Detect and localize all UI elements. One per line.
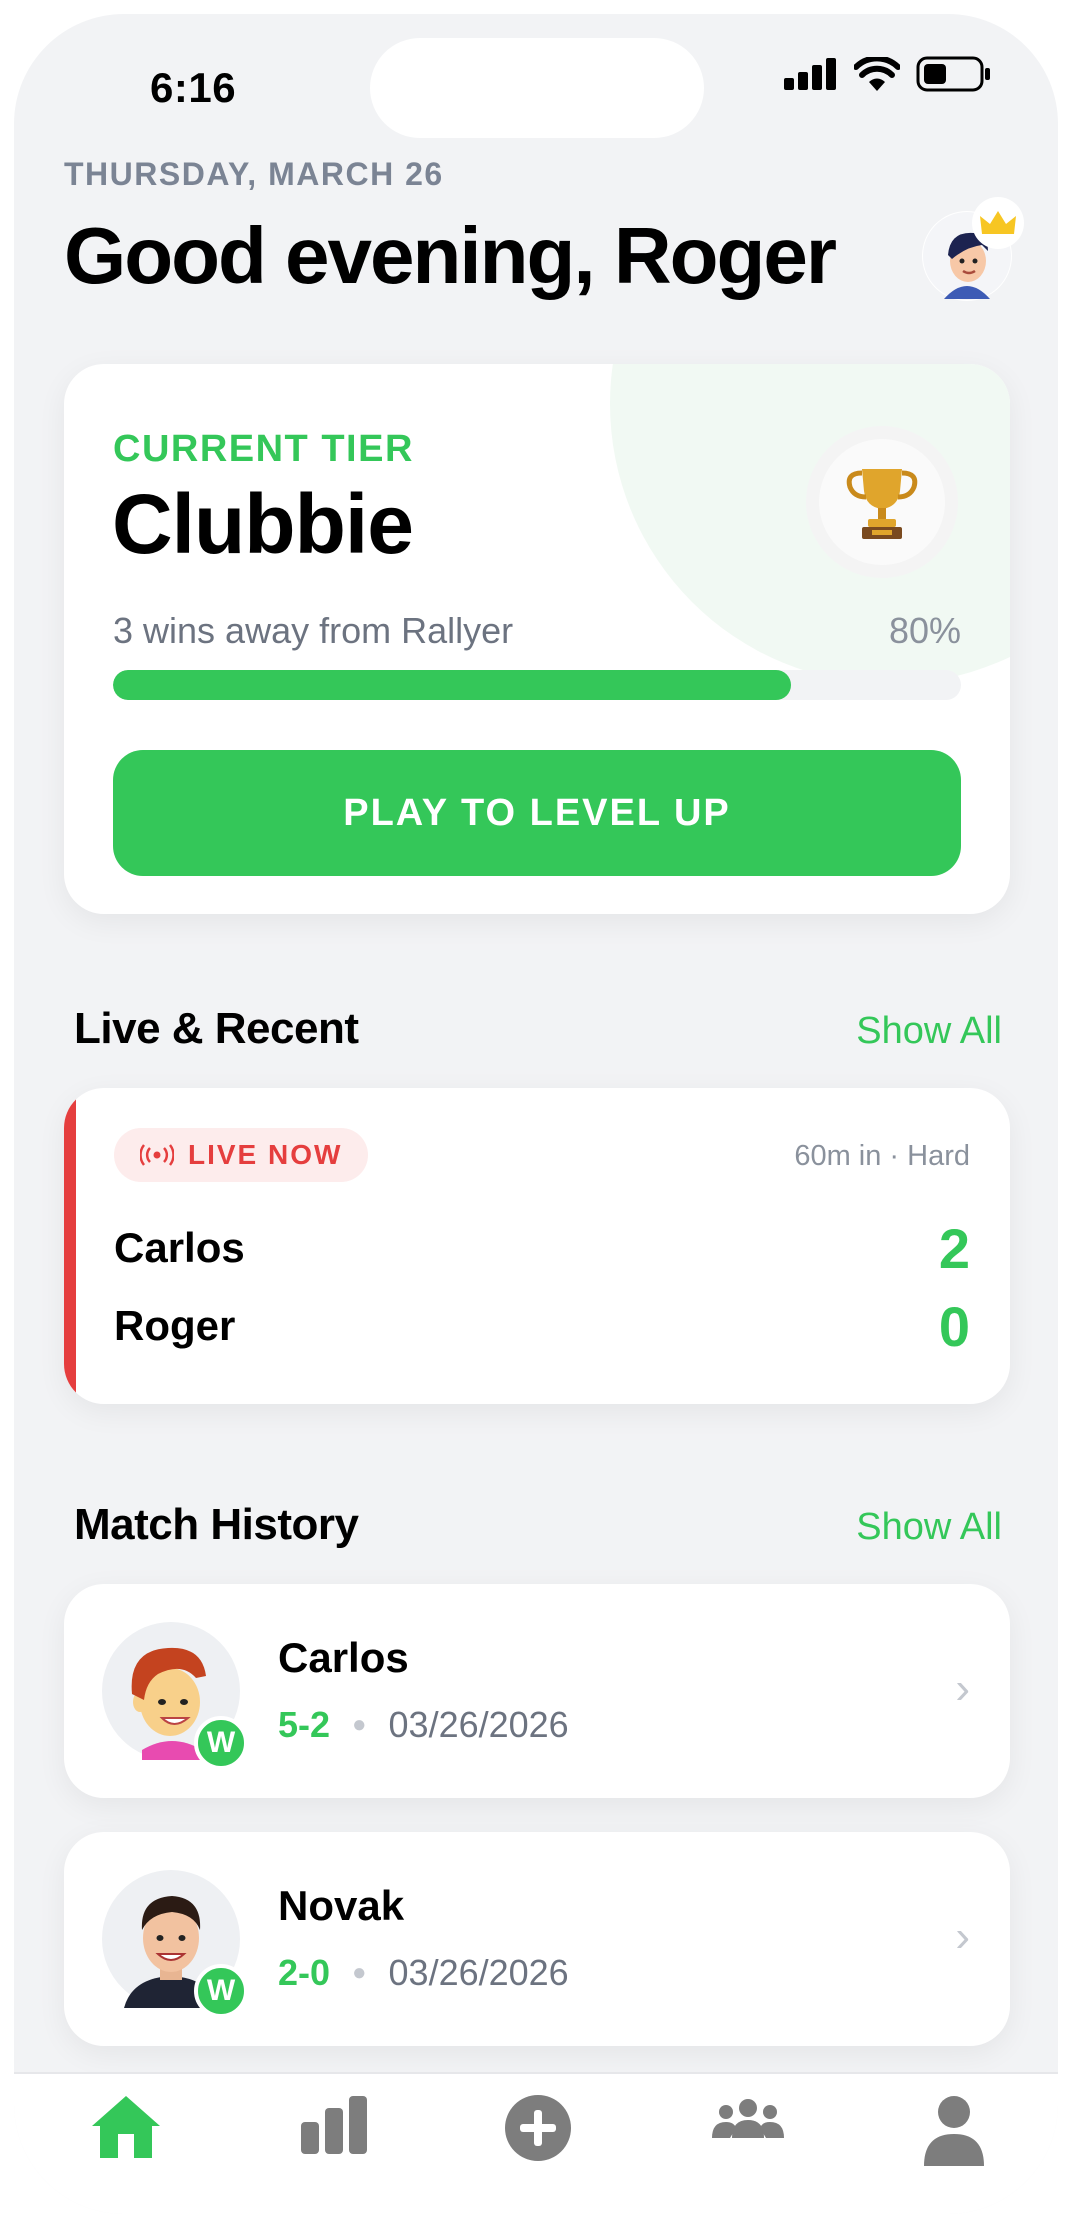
player-1-score: 2: [938, 1217, 970, 1280]
crown-badge: [972, 197, 1024, 249]
wifi-icon: [854, 57, 900, 91]
tier-label: CURRENT TIER: [113, 428, 414, 470]
profile-icon: [924, 2096, 984, 2166]
trophy-icon: [846, 469, 918, 539]
live-match-meta: 60m in · Hard: [794, 1140, 970, 1172]
match-date: 03/26/2026: [388, 1704, 569, 1745]
tab-profile[interactable]: [914, 2094, 994, 2174]
tab-stats[interactable]: [295, 2094, 375, 2174]
live-badge-label: LIVE NOW: [188, 1139, 343, 1170]
signal-icon: [784, 58, 836, 90]
date-label: THURSDAY, MARCH 26: [64, 156, 444, 192]
match-date: 03/26/2026: [388, 1952, 569, 1993]
tab-friends[interactable]: [708, 2094, 788, 2174]
match-score: 5-2: [278, 1704, 331, 1745]
win-badge: W: [194, 1716, 248, 1770]
tab-bar: [14, 2072, 1058, 2214]
win-badge: W: [194, 1964, 248, 2018]
greeting-title: Good evening, Roger: [64, 211, 837, 300]
player-2-score: 0: [938, 1295, 970, 1358]
home-icon: [92, 2096, 160, 2158]
battery-icon: [916, 56, 990, 92]
tier-progress-bar: [113, 670, 961, 700]
status-icons: [784, 56, 992, 92]
tab-home[interactable]: [86, 2094, 166, 2174]
tier-progress-text: 3 wins away from Rallyer: [113, 610, 514, 651]
play-to-level-up-button[interactable]: PLAY TO LEVEL UP: [113, 750, 961, 876]
tier-card: CURRENT TIER Clubbie 3 wins away from Ra…: [64, 364, 1010, 914]
live-show-all-link[interactable]: Show All: [856, 1010, 1002, 1053]
separator-dot: ●: [352, 1711, 367, 1738]
history-row[interactable]: W Carlos 5-2 ● 03/26/2026 ›: [64, 1584, 1010, 1798]
opponent-name: Novak: [278, 1882, 405, 1929]
match-score: 2-0: [278, 1952, 331, 1993]
broadcast-icon: [140, 1144, 174, 1166]
user-avatar[interactable]: [922, 197, 1024, 301]
match-summary: 2-0 ● 03/26/2026: [278, 1952, 569, 1994]
match-history-title: Match History: [74, 1500, 359, 1549]
live-indicator-bar: [64, 1088, 76, 1404]
chevron-right-icon: ›: [955, 1664, 970, 1713]
tier-name: Clubbie: [112, 477, 414, 571]
tier-percent: 80%: [888, 610, 961, 651]
friends-icon: [712, 2099, 784, 2138]
match-summary: 5-2 ● 03/26/2026: [278, 1704, 569, 1746]
dynamic-island: [370, 38, 704, 138]
status-time: 6:16: [150, 64, 237, 111]
chevron-right-icon: ›: [955, 1912, 970, 1961]
opponent-name: Carlos: [278, 1634, 409, 1681]
history-show-all-link[interactable]: Show All: [856, 1506, 1002, 1549]
trophy-badge: [806, 426, 958, 578]
crown-icon: [980, 211, 1016, 234]
player-2-name: Roger: [114, 1302, 236, 1349]
tier-progress-fill: [113, 670, 792, 700]
stats-icon: [301, 2096, 367, 2154]
separator-dot: ●: [352, 1959, 367, 1986]
live-match-card[interactable]: LIVE NOW 60m in · Hard Carlos 2 Roger 0: [64, 1088, 1010, 1404]
phone-screen: 6:16 THURSDAY, MARCH 26 Good evening, Ro…: [14, 14, 1058, 2214]
tab-add-match[interactable]: [498, 2094, 578, 2174]
history-row[interactable]: W Novak 2-0 ● 03/26/2026 ›: [64, 1832, 1010, 2046]
live-badge: LIVE NOW: [114, 1128, 369, 1182]
add-match-icon: [505, 2095, 571, 2161]
live-recent-title: Live & Recent: [74, 1004, 359, 1053]
player-1-name: Carlos: [114, 1224, 245, 1271]
